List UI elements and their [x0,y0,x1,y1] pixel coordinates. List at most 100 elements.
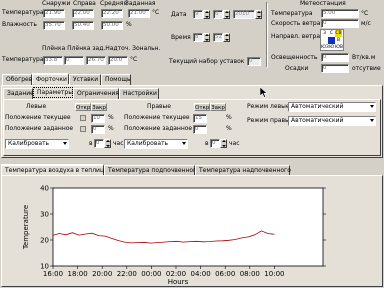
film-field-2[interactable]: 0 [64,56,84,65]
temperature-label: Температура [2,9,44,16]
mode-right-label: Режим правые [247,117,294,124]
mode-left-select[interactable]: Автоматический [288,102,376,112]
precipitation-label: Осадки [285,65,309,72]
x-tick-label: 08:00 [240,270,260,278]
col-header-target: Заданная [125,0,156,7]
date-year-field[interactable]: 2010 [233,10,255,19]
left-target-unit: % [108,125,114,132]
temp-outside-field[interactable]: 21.90 [43,9,65,18]
left-current-label: Положение текущее [5,114,71,121]
y-axis-label: Temperature [22,205,30,250]
tab-chart-air[interactable]: Температура воздуха в теплице [1,164,108,175]
time-hour-field[interactable]: 8 [193,33,203,42]
mouse-cursor-icon [260,87,268,98]
left-hour-label: час [113,140,124,147]
illumination-unit: Вт/кв.м [352,54,376,61]
date-year-spinner[interactable] [255,10,262,19]
temp-right-field[interactable]: 22.00 [72,9,94,18]
dir-nw: 3 [323,31,326,36]
dir-w [321,37,328,44]
right-target-label: Положение заданное [124,125,193,132]
left-close-header: Закр [91,103,107,111]
wind-direction-label: Направл. ветра [271,33,320,40]
film-field-3[interactable]: 26.70 [86,56,106,65]
right-calibrate-select[interactable]: Калибровать [124,139,188,149]
date-day-spinner[interactable] [203,10,210,19]
left-open-header: Откр [75,103,91,111]
tab-setpoints[interactable]: Уставки [69,74,101,85]
time-minute-field[interactable]: 52 [213,33,223,42]
date-month-field[interactable]: 6 [213,10,223,19]
time-hour-spinner[interactable] [203,33,210,42]
right-target-field[interactable]: 0 [193,125,207,134]
date-day-field[interactable]: 9 [193,10,203,19]
subtab-task[interactable]: Задание [3,88,34,99]
film-header: Плёнка Плёнка зад.Надточ. Зональн. [42,45,161,52]
time-label: Время [171,34,191,41]
hum-outside-field[interactable]: 35.70 [43,21,65,30]
subtab-settings[interactable]: Настройки [119,88,159,99]
left-calibrate-hour-field[interactable]: 0 [94,139,104,148]
mode-right-select[interactable]: Автоматический [288,116,376,126]
dir-n: С [329,31,334,36]
right-calibrate-hour-field[interactable]: 0 [210,139,220,148]
film-field-1[interactable]: 33.8 [43,56,63,65]
x-tick-label: 18:00 [68,270,88,278]
hum-average-field[interactable]: 50.00 [101,21,123,30]
meteo-temp-unit: °C [361,10,369,17]
right-current-field[interactable]: 15 [193,114,207,123]
top-section: Снаружи Справа Средняя Заданная Температ… [0,0,384,73]
left-open-indicator [80,115,86,121]
subtab-parameters[interactable]: Параметры [33,87,73,98]
left-calibrate-hour-spinner[interactable] [104,139,111,148]
film-field-4[interactable]: 20.0 [108,56,128,65]
right-current-label: Положение текущее [124,114,190,121]
right-target-unit: % [226,125,232,132]
wind-speed-field[interactable]: 0 [321,19,359,28]
precipitation-field[interactable]: 0 [321,64,349,73]
hum-unit: % [126,21,132,28]
wind-speed-unit: м/с [361,20,371,27]
left-close-indicator [80,126,86,132]
temperature-chart: 1020304016:00 18:00 20:00 22:00 00:00 02:00 04… [22,185,326,286]
meteo-title: Метеостанция [300,0,346,7]
date-month-spinner[interactable] [223,10,230,19]
tab-help[interactable]: Помощь [101,74,131,85]
right-calibrate-value: Калибровать [127,140,169,147]
x-tick-label: 22:00 [117,270,137,278]
col-header-average: Средняя [100,0,127,7]
y-tick-label: 20 [40,237,49,245]
x-tick-label: 16:00 [43,270,63,278]
y-tick-label: 40 [40,185,49,193]
x-tick-label: 10:00 [264,270,284,278]
subtab-limits[interactable]: Ограничения [73,88,119,99]
dir-center [328,37,335,44]
meteo-temp-field[interactable]: 5.00 [321,9,359,18]
hum-right-field[interactable]: 50.40 [72,21,94,30]
setpoint-label: Текущий набор уставок [169,58,245,65]
left-in-label: в [89,140,93,147]
left-calibrate-select[interactable]: Калибровать [5,139,69,149]
temp-average-field[interactable]: 22.20 [101,9,123,18]
left-target-field[interactable]: 0 [91,125,105,134]
time-minute-spinner[interactable] [223,33,230,42]
chevron-down-icon [182,142,186,145]
x-axis-label: Hours [168,278,189,286]
right-calibrate-hour-spinner[interactable] [220,139,227,148]
setpoint-field[interactable]: 0 [247,57,261,66]
x-tick-label: 04:00 [191,270,211,278]
date-label: Дата [171,11,187,18]
tab-heating[interactable]: Обогрев [2,74,32,85]
left-current-field[interactable]: 10 [91,114,105,123]
y-tick-label: 30 [40,211,49,219]
wind-direction-grid: 3 С СВ В ЮЗ Ю ЮВ [320,29,344,51]
x-tick-label: 02:00 [166,270,186,278]
mode-left-label: Режим левые [247,103,290,110]
illumination-field[interactable]: 0 [321,53,349,62]
left-current-unit: % [108,114,114,121]
temp-target-field[interactable]: 21.00 [128,9,150,18]
left-target-label: Положение заданное [5,125,74,132]
left-calibrate-value: Калибровать [8,140,50,147]
left-vents-title: Левые [26,103,47,110]
tab-vents[interactable]: Форточки [32,73,69,84]
